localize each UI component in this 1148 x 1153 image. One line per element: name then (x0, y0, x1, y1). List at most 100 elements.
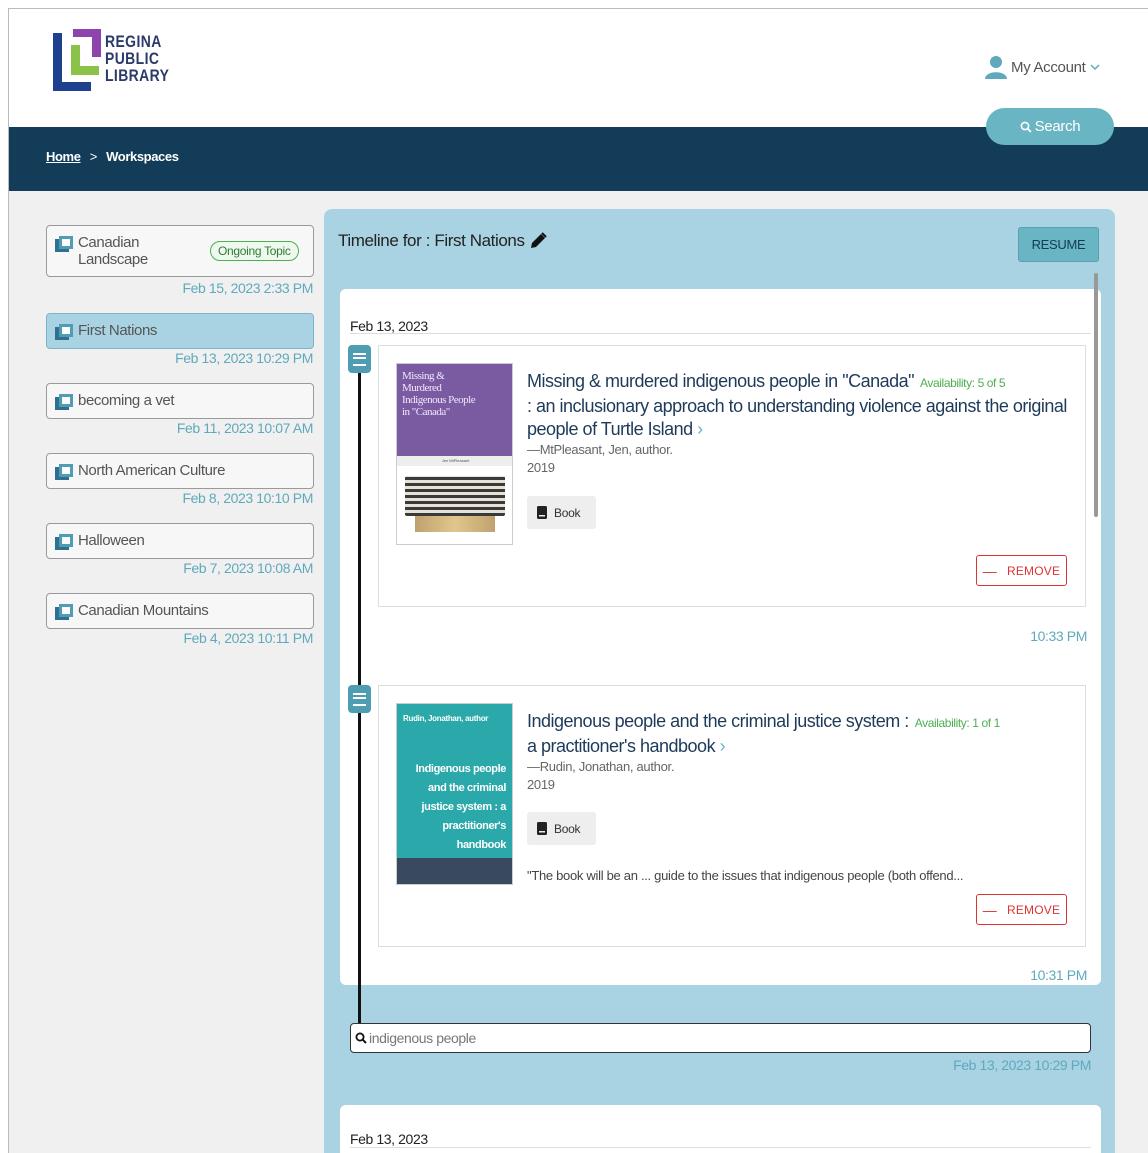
book-cover-image[interactable]: Missing & Murdered Indigenous People in … (396, 363, 513, 545)
breadcrumb: Home > Workspaces (46, 149, 179, 164)
workspace-date: Feb 15, 2023 2:33 PM (182, 280, 313, 296)
workspace-label: Halloween (78, 532, 145, 549)
timeline-day-card: Feb 13, 2023 (340, 1105, 1101, 1153)
search-button[interactable]: Search (986, 108, 1114, 145)
day-divider (350, 333, 1091, 334)
workspace-item-becoming-a-vet[interactable]: becoming a vet (46, 383, 314, 419)
entry-author: —MtPleasant, Jen, author. (527, 442, 673, 457)
entry-description: "The book will be an ... guide to the is… (527, 868, 964, 883)
entry-year: 2019 (527, 460, 555, 475)
minus-icon: — (982, 901, 997, 918)
workspace-date: Feb 11, 2023 10:07 AM (176, 420, 314, 436)
cover-fringe (415, 516, 495, 532)
cover-title: Missing & Murdered Indigenous People in … (402, 370, 476, 418)
remove-label: REMOVE (1006, 563, 1061, 578)
timeline-day-card: Feb 13, 2023 Missing & Murdered Indigeno… (340, 289, 1101, 1073)
entry-author: —Rudin, Jonathan, author. (527, 759, 675, 774)
workspace-label: North American Culture (78, 462, 226, 479)
workspace-item-halloween[interactable]: Halloween (46, 523, 314, 559)
entry-subtitle: a practitioner's handbook (527, 736, 716, 756)
logo-text: REGINA PUBLIC LIBRARY (105, 32, 170, 85)
ongoing-topic-badge: Ongoing Topic (210, 241, 299, 261)
minus-icon: — (982, 562, 997, 579)
workspace-date: Feb 4, 2023 10:11 PM (183, 630, 314, 646)
remove-button[interactable]: — REMOVE (976, 555, 1067, 586)
workspace-label: First Nations (78, 322, 157, 339)
search-icon (1020, 121, 1032, 133)
cover-artwork (405, 476, 505, 516)
library-books-icon (55, 464, 73, 480)
book-icon (537, 506, 547, 519)
workspace-label: Canadian Mountains (78, 602, 209, 619)
site-header: REGINA PUBLIC LIBRARY My Account (9, 9, 1148, 127)
timeline-scrollbar[interactable] (1094, 273, 1098, 517)
cover-title: Indigenous people and the criminal justi… (415, 763, 507, 851)
timeline-title-text: Timeline for : First Nations (338, 231, 525, 250)
my-account-label: My Account (1011, 58, 1086, 76)
entry-time: 10:31 PM (1030, 967, 1087, 983)
format-badge: Book (527, 812, 596, 845)
workspace-label: Canadian Landscape (78, 234, 148, 268)
entry-title: Indigenous people and the criminal justi… (527, 711, 909, 731)
my-account-menu[interactable]: My Account (985, 55, 1100, 79)
day-divider (350, 1147, 1091, 1148)
remove-button[interactable]: — REMOVE (976, 894, 1067, 925)
entry-time: 10:33 PM (1030, 628, 1087, 644)
cover-bottom-band (397, 858, 512, 884)
day-label: Feb 13, 2023 (350, 1131, 428, 1147)
cover-byline: Jen MtPleasant (397, 456, 512, 466)
chevron-down-icon (1090, 64, 1100, 71)
entry-title: Missing & murdered indigenous people in … (527, 371, 915, 391)
book-marker-icon (348, 685, 371, 713)
timeline-entry: Rudin, Jonathan, author Indigenous peopl… (378, 685, 1086, 947)
library-books-icon (55, 534, 73, 550)
nav-bar: Home > Workspaces (9, 127, 1148, 191)
search-button-label: Search (1034, 118, 1081, 135)
workspace-item-north-american-culture[interactable]: North American Culture (46, 453, 314, 489)
breadcrumb-current: Workspaces (106, 149, 179, 164)
format-badge: Book (527, 496, 596, 529)
chevron-right-icon: › (719, 736, 726, 756)
breadcrumb-separator: > (89, 149, 98, 164)
search-icon (355, 1032, 367, 1044)
workspace-date: Feb 13, 2023 10:29 PM (175, 350, 313, 366)
entry-title-link[interactable]: Missing & murdered indigenous people in … (527, 370, 1072, 441)
search-query-record[interactable]: indigenous people (350, 1023, 1091, 1053)
cover-author: Rudin, Jonathan, author (403, 714, 489, 723)
library-books-icon (55, 236, 73, 252)
timeline-entry: Missing & Murdered Indigenous People in … (378, 345, 1086, 607)
library-books-icon (55, 324, 73, 340)
format-label: Book (554, 505, 581, 520)
library-books-icon (55, 394, 73, 410)
day-label: Feb 13, 2023 (350, 318, 428, 334)
app-frame: REGINA PUBLIC LIBRARY My Account Home > … (8, 8, 1148, 1153)
library-books-icon (55, 604, 73, 620)
entry-title-link[interactable]: Indigenous people and the criminal justi… (527, 710, 1072, 758)
format-label: Book (554, 821, 581, 836)
book-cover-image[interactable]: Rudin, Jonathan, author Indigenous peopl… (396, 703, 513, 885)
search-query-text: indigenous people (369, 1030, 476, 1046)
availability-status: Availability: 1 of 1 (914, 716, 1001, 730)
entry-subtitle: : an inclusionary approach to understand… (527, 396, 1067, 439)
workspace-item-canadian-mountains[interactable]: Canadian Mountains (46, 593, 314, 629)
workspace-label: becoming a vet (78, 392, 175, 409)
breadcrumb-home-link[interactable]: Home (46, 149, 81, 164)
workspace-item-first-nations[interactable]: First Nations (46, 313, 314, 349)
workspace-date: Feb 8, 2023 10:10 PM (182, 490, 313, 506)
library-logo[interactable]: REGINA PUBLIC LIBRARY (53, 29, 183, 95)
workspace-item-canadian-landscape[interactable]: Canadian Landscape Ongoing Topic (46, 225, 314, 277)
chevron-right-icon: › (697, 419, 703, 439)
availability-status: Availability: 5 of 5 (920, 376, 1006, 390)
remove-label: REMOVE (1006, 902, 1061, 917)
timeline-title: Timeline for : First Nations (338, 231, 547, 251)
workspace-date: Feb 7, 2023 10:08 AM (183, 560, 313, 576)
resume-button[interactable]: RESUME (1018, 227, 1099, 262)
book-icon (537, 822, 547, 835)
book-marker-icon (348, 345, 371, 373)
logo-mark-icon (53, 29, 101, 91)
entry-year: 2019 (527, 777, 555, 792)
pencil-edit-icon[interactable] (529, 232, 547, 250)
timeline-panel: Timeline for : First Nations RESUME Feb … (324, 209, 1115, 1153)
search-query-date: Feb 13, 2023 10:29 PM (953, 1057, 1091, 1073)
user-icon (985, 56, 1007, 79)
